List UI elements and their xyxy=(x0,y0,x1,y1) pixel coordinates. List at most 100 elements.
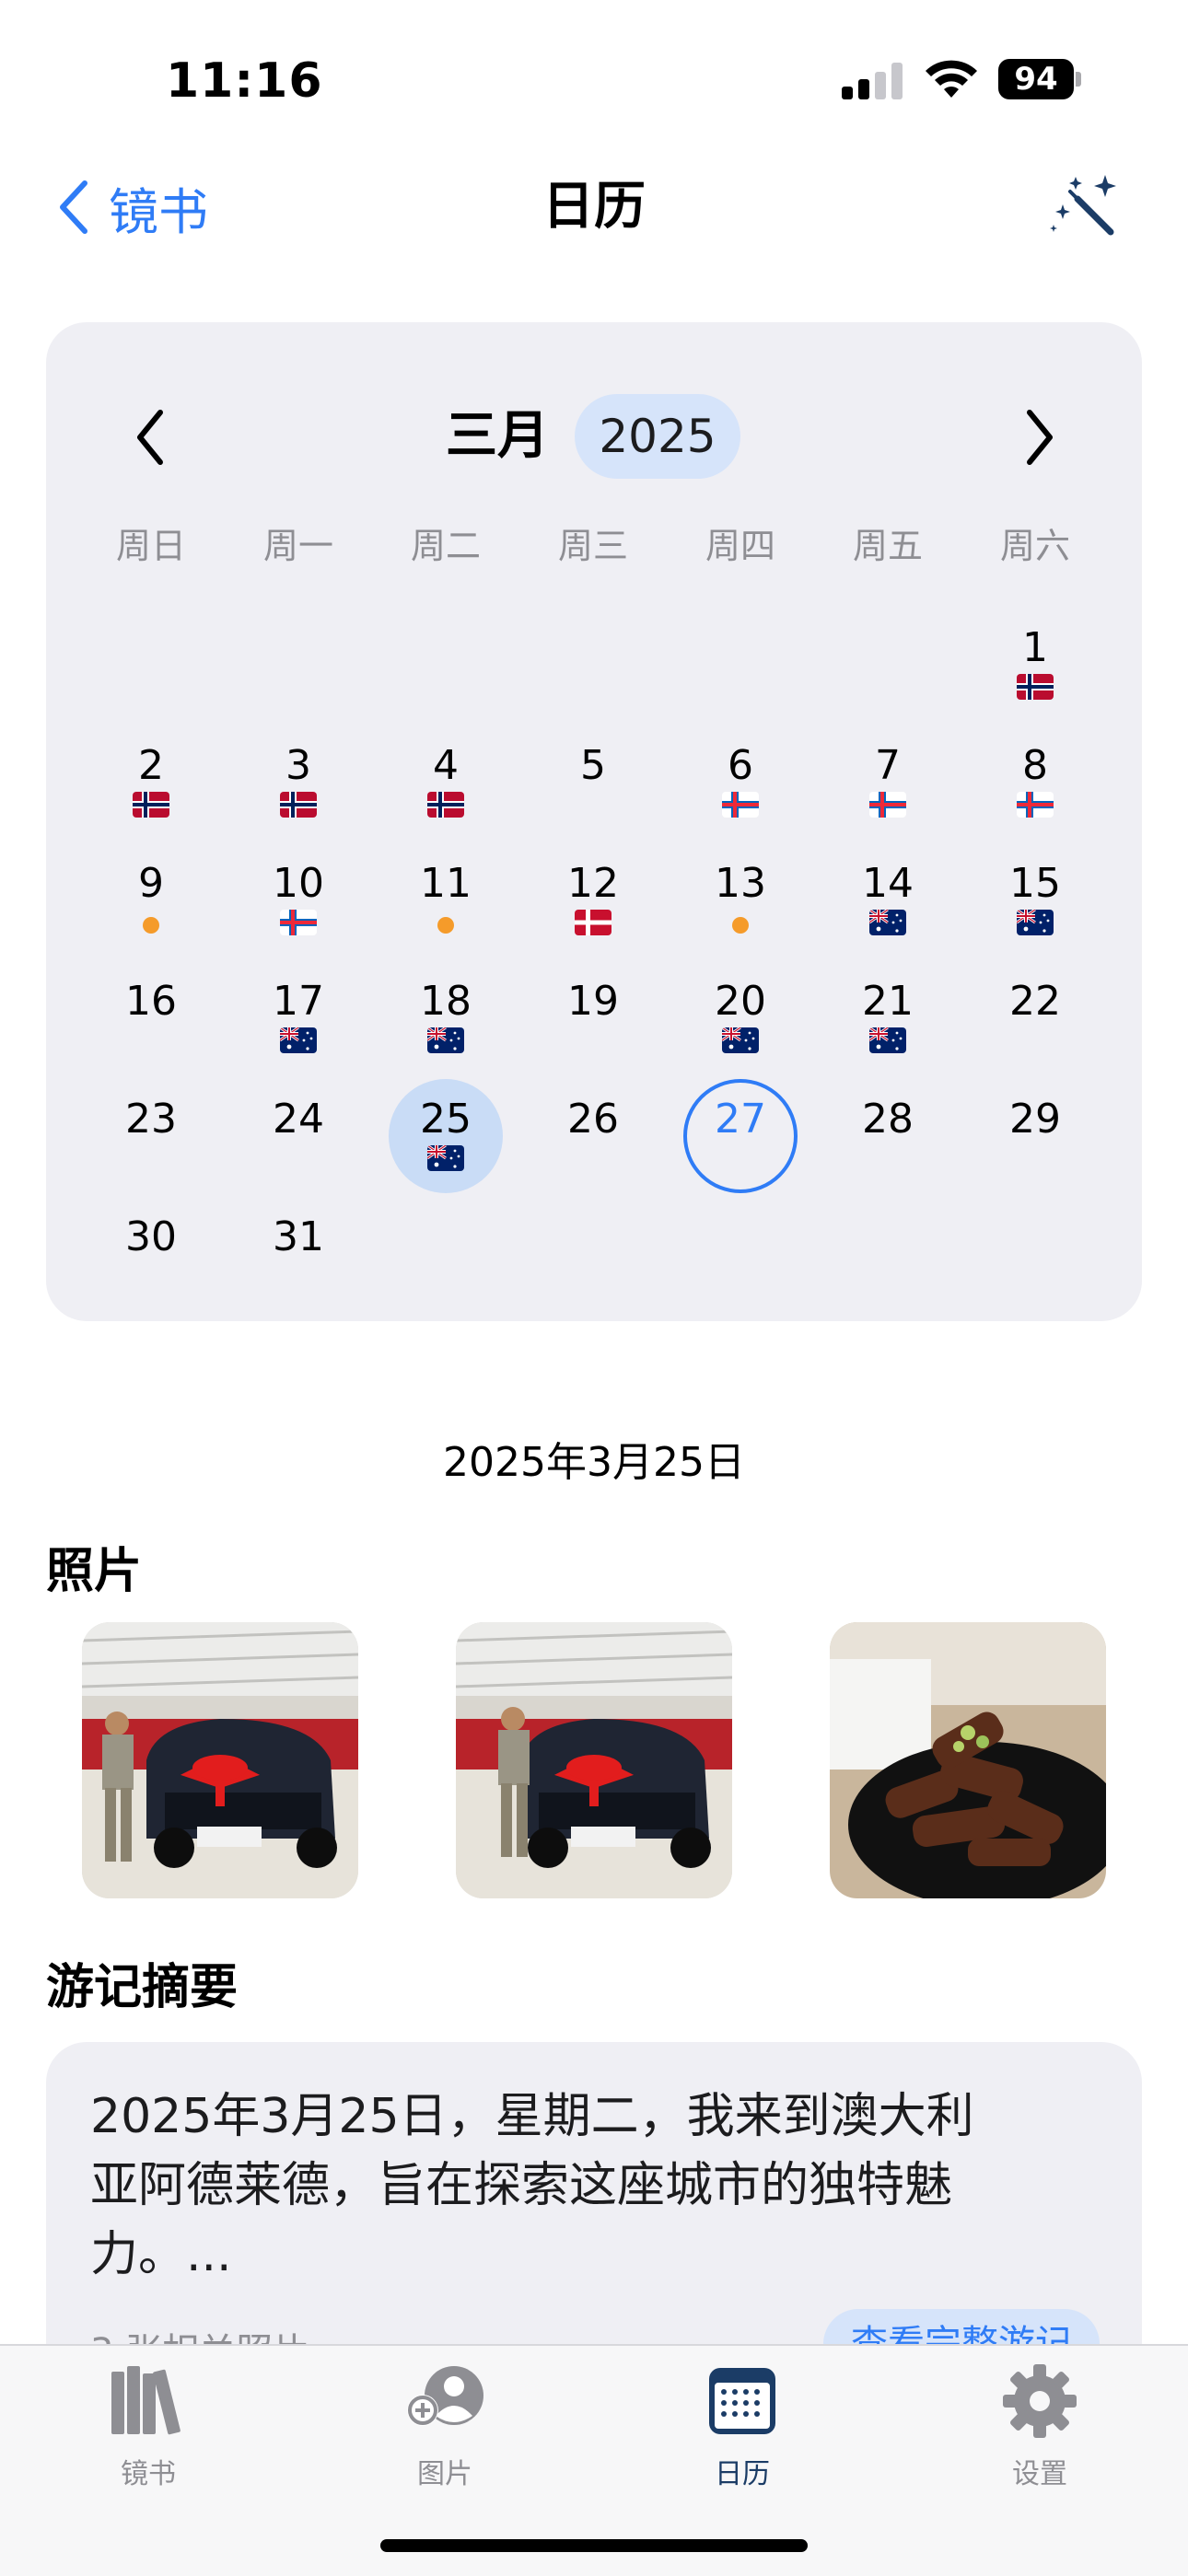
calendar-day[interactable]: 14 xyxy=(831,843,945,957)
country-flag xyxy=(427,1027,464,1053)
day-number: 9 xyxy=(138,860,164,907)
books-icon xyxy=(111,2366,181,2435)
calendar-day[interactable]: 29 xyxy=(978,1079,1092,1193)
calendar-month: 三月 xyxy=(446,406,549,466)
tab-label: 镜书 xyxy=(121,2458,176,2490)
weekday-header: 周五 xyxy=(852,526,923,566)
country-flag xyxy=(1017,792,1054,818)
country-flag xyxy=(575,910,611,935)
calendar-icon xyxy=(709,2368,775,2434)
food-photo xyxy=(830,1622,1106,1898)
calendar-day[interactable]: 28 xyxy=(831,1079,945,1193)
calendar-day[interactable]: 12 xyxy=(536,843,650,957)
day-number: 14 xyxy=(862,860,914,907)
day-number: 19 xyxy=(567,978,619,1025)
day-number: 25 xyxy=(420,1096,472,1143)
gear-icon xyxy=(1003,2364,1077,2438)
calendar-year-button[interactable]: 2025 xyxy=(575,394,740,479)
calendar-day[interactable]: 7 xyxy=(831,725,945,840)
day-number: 27 xyxy=(715,1096,766,1143)
summary-heading: 游记摘要 xyxy=(46,1960,239,2015)
country-flag xyxy=(869,1027,906,1053)
add-person-icon xyxy=(407,2366,483,2426)
event-dot-icon xyxy=(143,917,159,934)
calendar-day[interactable]: 6 xyxy=(683,725,798,840)
norway-flag-icon xyxy=(280,792,317,818)
day-number: 28 xyxy=(862,1096,914,1143)
day-number: 8 xyxy=(1022,742,1048,789)
calendar-day[interactable]: 24 xyxy=(241,1079,355,1193)
country-flag xyxy=(722,1027,759,1053)
country-flag xyxy=(427,792,464,818)
calendar-day[interactable]: 3 xyxy=(241,725,355,840)
tab-label: 日历 xyxy=(715,2458,770,2490)
previous-month-button[interactable] xyxy=(131,405,171,470)
country-flag xyxy=(280,792,317,818)
day-number: 16 xyxy=(125,978,177,1025)
calendar-day[interactable]: 31 xyxy=(241,1197,355,1311)
calendar-day[interactable]: 26 xyxy=(536,1079,650,1193)
calendar-day[interactable]: 20 xyxy=(683,961,798,1075)
calendar-day[interactable]: 11 xyxy=(389,843,503,957)
faroe-flag-icon xyxy=(722,792,759,818)
day-number: 13 xyxy=(715,860,766,907)
calendar-day[interactable]: 15 xyxy=(978,843,1092,957)
day-number: 23 xyxy=(125,1096,177,1143)
calendar-day[interactable]: 8 xyxy=(978,725,1092,840)
weekday-header: 周二 xyxy=(410,526,481,566)
calendar-day[interactable]: 22 xyxy=(978,961,1092,1075)
country-flag xyxy=(1017,910,1054,935)
day-number: 30 xyxy=(125,1213,177,1260)
photo-thumbnail[interactable] xyxy=(456,1622,732,1898)
day-number: 1 xyxy=(1022,624,1048,671)
tab-calendar[interactable]: 日历 xyxy=(650,2362,834,2491)
day-number: 31 xyxy=(273,1213,324,1260)
tab-images[interactable]: 图片 xyxy=(353,2362,537,2491)
calendar-day[interactable]: 30 xyxy=(94,1197,208,1311)
calendar-day[interactable]: 23 xyxy=(94,1079,208,1193)
calendar-day[interactable]: 16 xyxy=(94,961,208,1075)
selected-date: 2025年3月25日 xyxy=(443,1439,745,1486)
day-number: 3 xyxy=(285,742,311,789)
tab-books[interactable]: 镜书 xyxy=(56,2362,240,2491)
wifi-icon xyxy=(926,60,977,98)
calendar-day[interactable]: 10 xyxy=(241,843,355,957)
calendar-day[interactable]: 13 xyxy=(683,843,798,957)
photo-thumbnail[interactable] xyxy=(830,1622,1106,1898)
calendar-day[interactable]: 21 xyxy=(831,961,945,1075)
calendar-day-selected[interactable]: 25 xyxy=(389,1079,503,1193)
home-indicator xyxy=(380,2539,808,2552)
calendar-day[interactable]: 4 xyxy=(389,725,503,840)
weekday-header: 周一 xyxy=(262,526,333,566)
tab-settings[interactable]: 设置 xyxy=(948,2362,1132,2491)
australia-flag-icon xyxy=(869,1027,906,1053)
weekday-header: 周六 xyxy=(999,526,1070,566)
australia-flag-icon xyxy=(280,1027,317,1053)
day-number: 22 xyxy=(1009,978,1061,1025)
norway-flag-icon xyxy=(1017,674,1054,700)
next-month-button[interactable] xyxy=(1019,405,1059,470)
event-dot-icon xyxy=(437,917,454,934)
calendar-day-today[interactable]: 27 xyxy=(683,1079,798,1193)
calendar-day[interactable]: 9 xyxy=(94,843,208,957)
country-flag xyxy=(869,910,906,935)
calendar-day[interactable]: 1 xyxy=(978,608,1092,722)
day-number: 17 xyxy=(273,978,324,1025)
calendar-day[interactable]: 18 xyxy=(389,961,503,1075)
day-number: 2 xyxy=(138,742,164,789)
australia-flag-icon xyxy=(427,1145,464,1171)
magic-wand-icon[interactable] xyxy=(1050,171,1124,245)
australia-flag-icon xyxy=(869,910,906,935)
day-number: 18 xyxy=(420,978,472,1025)
australia-flag-icon xyxy=(722,1027,759,1053)
calendar-day[interactable]: 2 xyxy=(94,725,208,840)
faroe-flag-icon xyxy=(280,910,317,935)
photo-thumbnail[interactable] xyxy=(82,1622,358,1898)
calendar-day[interactable]: 17 xyxy=(241,961,355,1075)
event-dot-icon xyxy=(732,917,749,934)
day-number: 6 xyxy=(728,742,753,789)
day-number: 24 xyxy=(273,1096,324,1143)
weekday-header: 周日 xyxy=(115,526,186,566)
calendar-day[interactable]: 5 xyxy=(536,725,650,840)
calendar-day[interactable]: 19 xyxy=(536,961,650,1075)
